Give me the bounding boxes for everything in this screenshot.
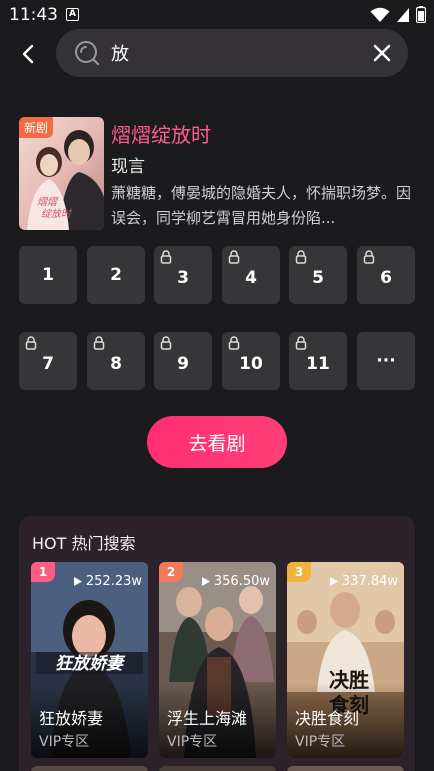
episode-label: 4: [245, 268, 257, 288]
hot-item-2[interactable]: 2 356.50w 浮生上海滩 VIP专区: [159, 562, 276, 758]
rank-badge: 3: [287, 562, 311, 582]
drama-genre: 现言: [111, 157, 145, 177]
episode-button[interactable]: 10: [222, 332, 280, 390]
hot-item-name: 浮生上海滩: [167, 709, 248, 728]
episode-button[interactable]: 8: [87, 332, 145, 390]
next-hot-item-peek: [31, 766, 148, 771]
hot-item-1[interactable]: 狂放娇妻 1 252.23w 狂放娇妻 VIP专区: [31, 562, 148, 758]
episode-button[interactable]: 7: [19, 332, 77, 390]
episode-label: 1: [42, 265, 54, 285]
play-icon: [73, 577, 82, 586]
hot-item-3[interactable]: 决胜 食刻 3 337.84w 决胜食刻 VIP专区: [287, 562, 404, 758]
play-count-value: 356.50w: [213, 574, 270, 589]
rank-badge: 2: [159, 562, 183, 582]
drama-poster[interactable]: 熠熠 绽放时 新剧: [19, 117, 104, 230]
hot-item-category: VIP专区: [167, 734, 218, 750]
episode-label: 5: [312, 268, 324, 288]
episode-button[interactable]: 1: [19, 246, 77, 304]
next-hot-item-peek: [287, 766, 404, 771]
episode-button[interactable]: 11: [289, 332, 347, 390]
status-bar: 11:43 A: [0, 0, 434, 30]
episode-label: 10: [239, 354, 263, 374]
status-time: 11:43: [9, 5, 58, 25]
lock-icon: [160, 336, 172, 350]
play-icon: [329, 577, 338, 586]
episode-label: 8: [110, 354, 122, 374]
episode-button[interactable]: 5: [289, 246, 347, 304]
rank-badge: 1: [31, 562, 55, 582]
hot-item-category: VIP专区: [295, 734, 346, 750]
lock-icon: [25, 336, 37, 350]
clear-search-icon[interactable]: [370, 41, 394, 65]
lock-icon: [93, 336, 105, 350]
search-input[interactable]: [111, 39, 361, 67]
episode-label: 3: [177, 268, 189, 288]
search-icon: [75, 41, 100, 66]
episode-label: 9: [177, 354, 189, 374]
episode-button[interactable]: 6: [357, 246, 415, 304]
hot-search-panel: HOT 热门搜索 狂放娇妻 1 252.23w 狂放娇妻 VIP专区 2 356…: [19, 516, 415, 771]
cell-signal-icon: [397, 7, 409, 22]
watch-drama-button[interactable]: 去看剧: [147, 416, 287, 468]
chevron-left-icon: [22, 44, 34, 64]
episode-label: 2: [110, 265, 122, 285]
drama-title[interactable]: 熠熠绽放时: [111, 119, 211, 148]
notification-a-icon: A: [66, 8, 79, 21]
lock-icon: [228, 250, 240, 264]
next-hot-item-peek: [159, 766, 276, 771]
play-count: 356.50w: [201, 574, 270, 589]
battery-icon: [416, 6, 426, 23]
episode-label: 7: [42, 354, 54, 374]
episode-label: 6: [380, 268, 392, 288]
play-count: 337.84w: [329, 574, 398, 589]
lock-icon: [363, 250, 375, 264]
lock-icon: [228, 336, 240, 350]
wifi-icon: [370, 7, 390, 22]
back-button[interactable]: [14, 40, 42, 68]
status-icons: [370, 6, 426, 23]
svg-text:绽放时: 绽放时: [41, 208, 73, 220]
svg-text:熠熠: 熠熠: [37, 196, 59, 208]
svg-text:狂放娇妻: 狂放娇妻: [55, 654, 126, 674]
search-box[interactable]: [56, 29, 408, 77]
lock-icon: [295, 336, 307, 350]
episode-button[interactable]: 9: [154, 332, 212, 390]
play-count: 252.23w: [73, 574, 142, 589]
drama-description: 萧糖糖，傅晏城的隐婚夫人，怀揣职场梦。因误会，同学柳艺霄冒用她身份陷...: [111, 184, 412, 227]
episode-label: 11: [306, 354, 330, 374]
hot-item-category: VIP专区: [39, 734, 90, 750]
play-count-value: 252.23w: [85, 574, 142, 589]
lock-icon: [160, 250, 172, 264]
episode-button[interactable]: ···: [357, 332, 415, 390]
episode-button[interactable]: 3: [154, 246, 212, 304]
episode-label: ···: [376, 351, 396, 371]
lock-icon: [295, 250, 307, 264]
hot-item-name: 狂放娇妻: [39, 709, 104, 728]
play-count-value: 337.84w: [341, 574, 398, 589]
hot-item-name: 决胜食刻: [295, 709, 360, 728]
episode-button[interactable]: 2: [87, 246, 145, 304]
episode-button[interactable]: 4: [222, 246, 280, 304]
hot-search-title: HOT 热门搜索: [32, 534, 136, 553]
play-icon: [201, 577, 210, 586]
new-drama-badge: 新剧: [19, 117, 54, 138]
drama-result-card[interactable]: 熠熠 绽放时 新剧 熠熠绽放时 现言 萧糖糖，傅晏城的隐婚夫人，怀揣职场梦。因误…: [19, 117, 419, 231]
